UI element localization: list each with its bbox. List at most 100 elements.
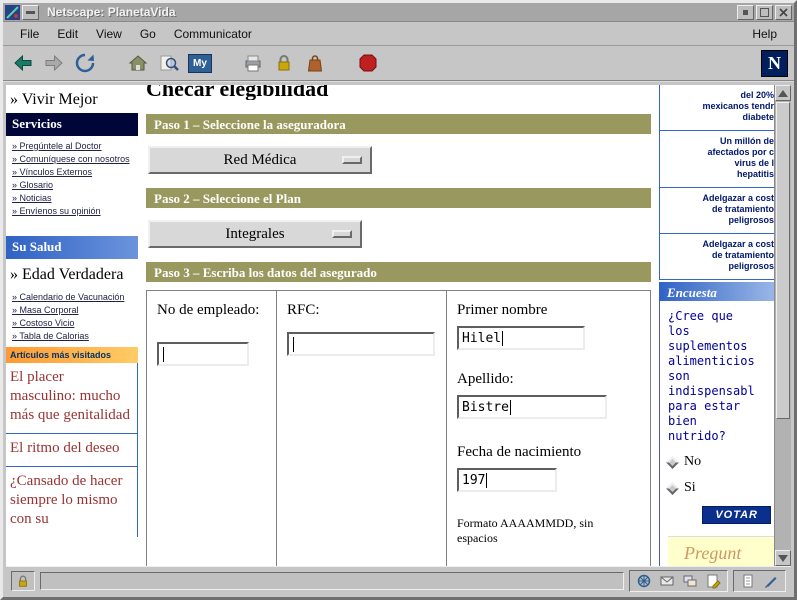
menu-view[interactable]: View — [87, 23, 131, 45]
dropdown-indicator-icon — [342, 156, 362, 164]
news-headline[interactable]: Un millón de afectados por c virus de l … — [660, 131, 774, 188]
navigation-toolbar: My N — [3, 46, 794, 82]
my-netscape-button[interactable]: My — [186, 49, 214, 77]
servicios-links: » Pregúntele al Doctor » Comuníquese con… — [6, 140, 138, 218]
text-cursor — [163, 347, 164, 362]
composer-button[interactable] — [703, 572, 723, 590]
search-icon — [158, 52, 180, 74]
menu-communicator[interactable]: Communicator — [165, 23, 261, 45]
reload-button[interactable] — [71, 49, 99, 77]
minimize-button[interactable] — [737, 5, 754, 20]
back-button[interactable] — [9, 49, 37, 77]
security-button[interactable] — [270, 49, 298, 77]
text-cursor — [486, 473, 487, 488]
radio-diamond-icon — [666, 482, 679, 495]
fecha-nacimiento-label: Fecha de nacimiento — [457, 443, 640, 462]
security-status-button[interactable] — [11, 571, 35, 591]
no-empleado-label: No de empleado: — [157, 301, 266, 320]
component-bar — [629, 570, 728, 592]
votar-button[interactable]: VOTAR — [702, 506, 771, 524]
news-headline[interactable]: Adelgazar a cost de tratamiento peligros… — [660, 188, 774, 234]
forward-button[interactable] — [40, 49, 68, 77]
text-cursor — [293, 337, 294, 352]
encuesta-header: Encuesta — [659, 282, 774, 301]
sidebar-link-tabla-calorias[interactable]: » Tabla de Calorias — [12, 330, 136, 343]
poll-box: ¿Cree que los suplementos alimenticios s… — [659, 301, 774, 566]
menu-file[interactable]: File — [11, 23, 48, 45]
mail-button[interactable] — [657, 572, 677, 590]
sidebar-item-edad-verdadera[interactable]: » Edad Verdadera — [6, 259, 138, 287]
search-button[interactable] — [155, 49, 183, 77]
content-area: » Vivir Mejor Servicios » Pregúntele al … — [6, 85, 791, 566]
paso2-header: Paso 2 – Seleccione el Plan — [146, 188, 651, 208]
sidebar-link-glosario[interactable]: » Glosario — [12, 179, 136, 192]
radio-diamond-icon — [666, 456, 679, 469]
signature-pen-icon — [763, 573, 779, 589]
titlebar[interactable]: Netscape: PlanetaVida — [3, 3, 794, 22]
article-link-cansado[interactable]: ¿Cansado de hacer siempre lo mismo con s… — [6, 467, 137, 537]
sidebar-link-noticias[interactable]: » Noticias — [12, 192, 136, 205]
maximize-button[interactable] — [756, 5, 773, 20]
menubar: File Edit View Go Communicator Help — [3, 22, 794, 46]
vertical-scrollbar[interactable] — [774, 85, 791, 566]
document-icon — [740, 573, 756, 589]
close-icon — [778, 7, 789, 18]
document-button[interactable] — [738, 572, 758, 590]
poll-option-no[interactable]: No — [668, 454, 774, 470]
sidebar-link-comuniquese[interactable]: » Comuníquese con nosotros — [12, 153, 136, 166]
sidebar-link-preguntele[interactable]: » Pregúntele al Doctor — [12, 140, 136, 153]
stop-button[interactable] — [354, 49, 382, 77]
page-title-clip: Checar elegibilidad — [146, 85, 659, 100]
aseguradora-dropdown[interactable]: Red Médica — [148, 146, 372, 174]
no-empleado-input[interactable] — [157, 342, 249, 366]
poll-option-no-label: No — [684, 454, 701, 470]
menu-help[interactable]: Help — [743, 23, 786, 45]
scroll-up-button[interactable] — [775, 85, 791, 101]
reload-icon — [74, 52, 96, 74]
fecha-nacimiento-value: 197 — [462, 473, 485, 488]
netscape-logo[interactable]: N — [761, 50, 788, 77]
shop-button[interactable] — [301, 49, 329, 77]
paso1-header: Paso 1 – Seleccione la aseguradora — [146, 114, 651, 134]
sidebar-link-calendario[interactable]: » Calendario de Vacunación — [12, 291, 136, 304]
rfc-label: RFC: — [287, 301, 436, 320]
dropdown-indicator-icon — [332, 230, 352, 238]
statusbar — [6, 566, 791, 594]
plan-dropdown[interactable]: Integrales — [148, 220, 362, 248]
sidebar-link-masa-corporal[interactable]: » Masa Corporal — [12, 304, 136, 317]
footer-script-text: Pregunt — [684, 543, 741, 563]
print-button[interactable] — [239, 49, 267, 77]
sidebar-item-vivir-mejor[interactable]: » Vivir Mejor — [6, 85, 138, 113]
fecha-nacimiento-input[interactable]: 197 — [457, 468, 557, 492]
window-menu-button[interactable] — [22, 5, 39, 20]
sidebar-link-envienos[interactable]: » Envíenos su opinión — [12, 205, 136, 218]
close-button[interactable] — [775, 5, 792, 20]
scrollbar-thumb[interactable] — [776, 102, 790, 419]
back-icon — [12, 52, 34, 74]
signature-button[interactable] — [761, 572, 781, 590]
form-col-rfc: RFC: — [277, 291, 447, 566]
app-icon — [5, 5, 20, 20]
navigator-button[interactable] — [634, 572, 654, 590]
apellido-input[interactable]: Bistre — [457, 395, 607, 419]
discussions-button[interactable] — [680, 572, 700, 590]
menu-go[interactable]: Go — [131, 23, 165, 45]
menu-edit[interactable]: Edit — [48, 23, 87, 45]
article-link-ritmo[interactable]: El ritmo del deseo — [6, 434, 137, 467]
su-salud-header: Su Salud — [6, 236, 138, 259]
status-message-area — [40, 572, 624, 590]
primer-nombre-input[interactable]: Hilel — [457, 326, 585, 350]
scroll-down-button[interactable] — [775, 550, 791, 566]
poll-option-si[interactable]: Si — [668, 480, 774, 496]
shop-icon — [304, 52, 326, 74]
mail-icon — [659, 573, 675, 589]
home-button[interactable] — [124, 49, 152, 77]
sidebar-link-vinculos[interactable]: » Vínculos Externos — [12, 166, 136, 179]
sidebar-link-costoso-vicio[interactable]: » Costoso Vicio — [12, 317, 136, 330]
poll-question: ¿Cree que los suplementos alimenticios s… — [668, 309, 774, 444]
news-headline[interactable]: Adelgazar a cost de tratamiento peligros… — [660, 234, 774, 280]
article-link-placer[interactable]: El placer masculino: mucho más que genit… — [6, 363, 137, 434]
primer-nombre-label: Primer nombre — [457, 301, 640, 320]
news-headline[interactable]: del 20% mexicanos tendr diabete — [660, 85, 774, 131]
rfc-input[interactable] — [287, 332, 435, 356]
